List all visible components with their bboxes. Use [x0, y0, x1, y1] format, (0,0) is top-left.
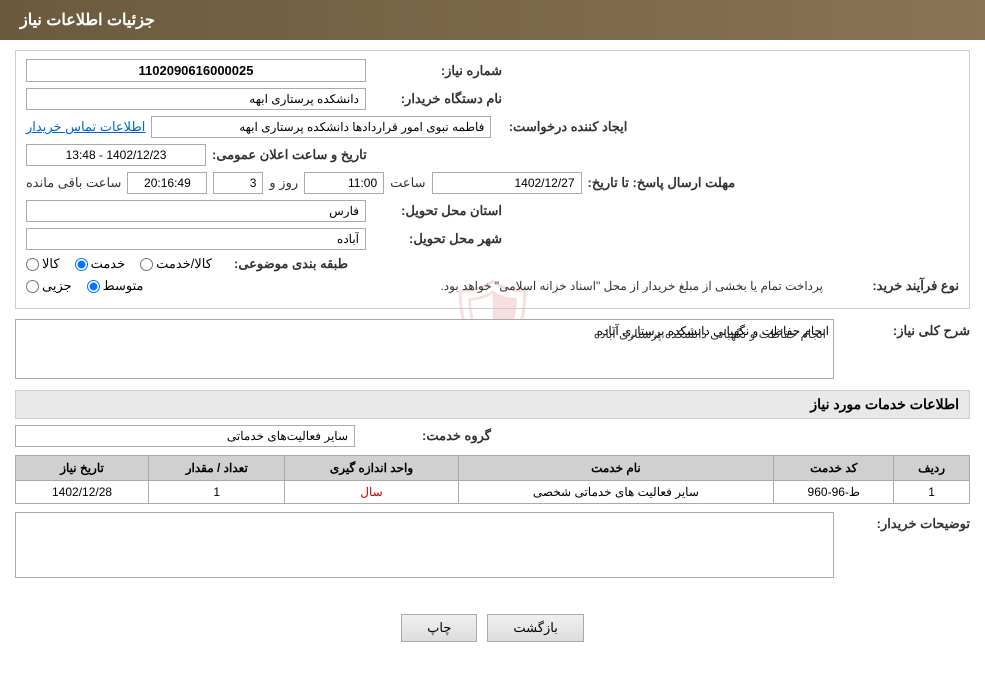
page-title: جزئیات اطلاعات نیاز [20, 12, 155, 29]
buyer-org-label: نام دستگاه خریدار: [372, 91, 502, 107]
cell-row-num: 1 [894, 481, 970, 504]
city-label: شهر محل تحویل: [372, 231, 502, 247]
service-group-row: گروه خدمت: [15, 425, 970, 447]
buyer-org-row: نام دستگاه خریدار: [26, 88, 959, 110]
purchase-note: پرداخت تمام یا بخشی از مبلغ خریدار از مح… [159, 279, 823, 293]
requester-label: ایجاد کننده درخواست: [497, 119, 627, 135]
purchase-type-jozii[interactable]: جزیی [26, 278, 72, 294]
col-quantity: تعداد / مقدار [149, 456, 285, 481]
announce-date-label: تاریخ و ساعت اعلان عمومی: [212, 147, 367, 163]
purchase-type-row: نوع فرآیند خرید: پرداخت تمام یا بخشی از … [26, 278, 959, 294]
deadline-time-label: ساعت [390, 175, 425, 191]
cell-quantity: 1 [149, 481, 285, 504]
deadline-days-label: روز و [269, 175, 298, 191]
purchase-type-label: نوع فرآیند خرید: [829, 278, 959, 294]
category-khidmat[interactable]: خدمت [75, 256, 126, 272]
buyer-notes-row: توضیحات خریدار: [15, 512, 970, 581]
category-khidmat-label: خدمت [91, 256, 126, 272]
cell-service-code: ط-96-960 [774, 481, 894, 504]
purchase-type-mutavasset-label: متوسط [103, 278, 144, 294]
deadline-remaining-label: ساعت باقی مانده [26, 175, 121, 191]
service-group-label: گروه خدمت: [361, 428, 491, 444]
province-row: استان محل تحویل: [26, 200, 959, 222]
main-form-section: شماره نیاز: نام دستگاه خریدار: ایجاد کنن… [15, 50, 970, 309]
requester-input[interactable] [151, 116, 491, 138]
purchase-type-mutavasset[interactable]: متوسط [87, 278, 144, 294]
purchase-type-radio-group: متوسط جزیی [26, 278, 144, 294]
page-header: جزئیات اطلاعات نیاز [0, 0, 985, 40]
category-row: طبقه بندی موضوعی: کالا/خدمت خدمت [26, 256, 959, 272]
services-table: ردیف کد خدمت نام خدمت واحد اندازه گیری ت… [15, 455, 970, 504]
table-row: 1 ط-96-960 سایر فعالیت های خدماتی شخصی س… [16, 481, 970, 504]
deadline-remaining-input[interactable] [127, 172, 207, 194]
deadline-days-input[interactable] [213, 172, 263, 194]
cell-service-name: سایر فعالیت های خدماتی شخصی [458, 481, 774, 504]
purchase-type-jozii-label: جزیی [42, 278, 72, 294]
footer-buttons: بازگشت چاپ [0, 599, 985, 657]
contact-link[interactable]: اطلاعات تماس خریدار [26, 119, 145, 135]
buyer-notes-label: توضیحات خریدار: [840, 512, 970, 532]
category-label: طبقه بندی موضوعی: [218, 256, 348, 272]
category-radio-group: کالا/خدمت خدمت کالا [26, 256, 212, 272]
province-label: استان محل تحویل: [372, 203, 502, 219]
services-section-title: اطلاعات خدمات مورد نیاز [15, 390, 970, 419]
need-number-label: شماره نیاز: [372, 63, 502, 79]
category-kala-khidmat[interactable]: کالا/خدمت [140, 256, 212, 272]
service-group-input[interactable] [15, 425, 355, 447]
requester-row: ایجاد کننده درخواست: اطلاعات تماس خریدار [26, 116, 959, 138]
general-desc-row: شرح کلی نیاز: انجام حفاظت و نگهبانی دانش… [15, 319, 970, 382]
city-row: شهر محل تحویل: [26, 228, 959, 250]
general-desc-label: شرح کلی نیاز: [840, 319, 970, 339]
col-date: تاریخ نیاز [16, 456, 149, 481]
need-number-row: شماره نیاز: [26, 59, 959, 82]
announce-date-row: تاریخ و ساعت اعلان عمومی: [26, 144, 959, 166]
deadline-row: مهلت ارسال پاسخ: تا تاریخ: ساعت روز و سا… [26, 172, 959, 194]
deadline-date-input[interactable] [432, 172, 582, 194]
buyer-notes-textarea[interactable] [15, 512, 834, 578]
col-unit: واحد اندازه گیری [285, 456, 458, 481]
city-input[interactable] [26, 228, 366, 250]
category-kala-khidmat-label: کالا/خدمت [156, 256, 212, 272]
back-button[interactable]: بازگشت [487, 614, 583, 642]
category-kala[interactable]: کالا [26, 256, 60, 272]
col-service-name: نام خدمت [458, 456, 774, 481]
buyer-org-input[interactable] [26, 88, 366, 110]
category-kala-label: کالا [42, 256, 60, 272]
cell-unit: سال [285, 481, 458, 504]
col-service-code: کد خدمت [774, 456, 894, 481]
cell-date: 1402/12/28 [16, 481, 149, 504]
announce-date-input[interactable] [26, 144, 206, 166]
general-desc-textarea[interactable] [15, 319, 834, 379]
print-button[interactable]: چاپ [401, 614, 477, 642]
col-row-num: ردیف [894, 456, 970, 481]
deadline-time-input[interactable] [304, 172, 384, 194]
deadline-label: مهلت ارسال پاسخ: تا تاریخ: [588, 175, 736, 191]
need-number-input[interactable] [26, 59, 366, 82]
province-input[interactable] [26, 200, 366, 222]
